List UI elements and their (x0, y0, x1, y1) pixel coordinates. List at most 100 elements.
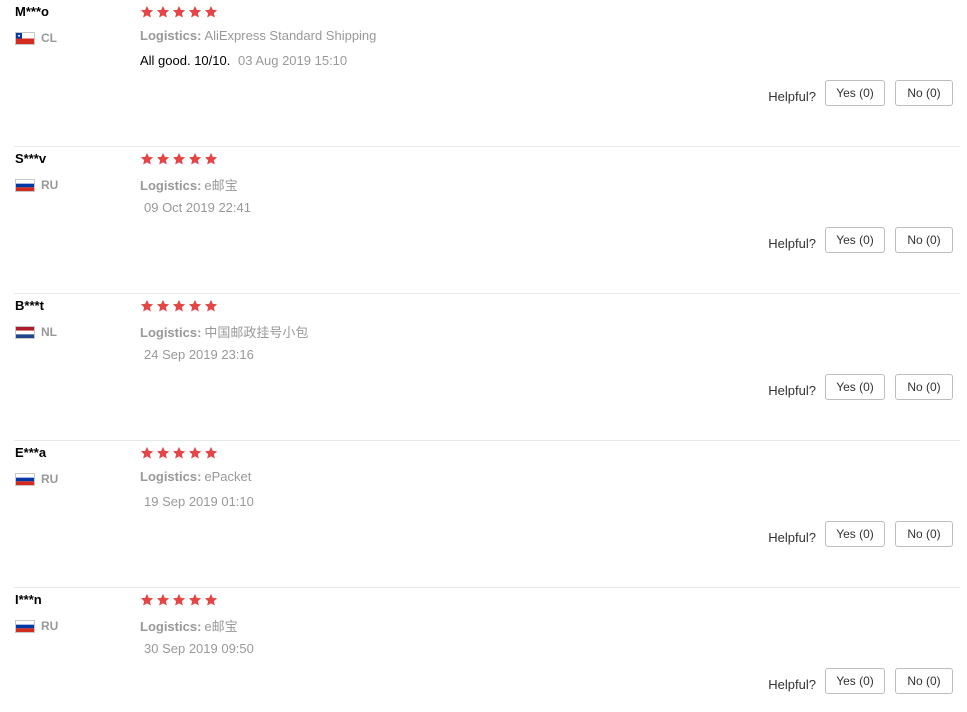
review-date: 03 Aug 2019 15:10 (237, 53, 348, 68)
star-icon (188, 593, 202, 606)
star-icon (156, 5, 170, 18)
logistics-method: e邮宝 (204, 178, 238, 193)
reviewer-name: B***t (15, 298, 44, 313)
star-icon (188, 299, 202, 312)
helpful-yes-button[interactable]: Yes (0) (825, 668, 885, 694)
netherlands-flag-icon (15, 325, 35, 339)
star-rating (140, 593, 218, 607)
star-icon (156, 446, 170, 459)
star-rating (140, 446, 218, 460)
chile-flag-icon (15, 31, 35, 45)
logistics-method: ePacket (204, 469, 252, 484)
logistics-info: Logistics: 中国邮政挂号小包 (140, 322, 308, 341)
helpful-yes-button[interactable]: Yes (0) (825, 374, 885, 400)
helpful-vote: Helpful? Yes (0) No (0) (768, 80, 953, 106)
country-code: RU (41, 619, 59, 633)
star-rating (140, 299, 218, 313)
helpful-vote: Helpful? Yes (0) No (0) (768, 521, 953, 547)
review-content: 24 Sep 2019 23:16 (140, 347, 254, 362)
logistics-info: Logistics: e邮宝 (140, 616, 238, 635)
star-icon (188, 5, 202, 18)
star-icon (140, 152, 154, 165)
star-icon (172, 299, 186, 312)
russia-flag-icon (15, 472, 35, 486)
star-icon (204, 446, 218, 459)
logistics-label: Logistics: (140, 325, 202, 340)
helpful-label: Helpful? (768, 529, 816, 545)
reviewer-country: RU (15, 177, 58, 193)
star-icon (204, 593, 218, 606)
review-content: 19 Sep 2019 01:10 (140, 494, 254, 509)
star-icon (188, 152, 202, 165)
country-code: RU (41, 178, 59, 192)
helpful-label: Helpful? (768, 382, 816, 398)
star-icon (204, 299, 218, 312)
star-rating (140, 5, 218, 19)
review-comment: All good. 10/10. (140, 53, 231, 68)
star-icon (156, 593, 170, 606)
logistics-label: Logistics: (140, 619, 202, 634)
helpful-yes-button[interactable]: Yes (0) (825, 521, 885, 547)
review-date: 19 Sep 2019 01:10 (144, 494, 254, 509)
helpful-no-button[interactable]: No (0) (895, 374, 953, 400)
helpful-vote: Helpful? Yes (0) No (0) (768, 227, 953, 253)
review-date: 30 Sep 2019 09:50 (144, 641, 254, 656)
helpful-label: Helpful? (768, 88, 816, 104)
reviewer-country: RU (15, 471, 58, 487)
helpful-label: Helpful? (768, 235, 816, 251)
reviewer-country: CL (15, 30, 57, 46)
star-icon (172, 593, 186, 606)
star-icon (172, 446, 186, 459)
reviewer-name: S***v (15, 151, 47, 166)
logistics-method: AliExpress Standard Shipping (204, 28, 377, 43)
helpful-yes-button[interactable]: Yes (0) (825, 227, 885, 253)
logistics-label: Logistics: (140, 28, 202, 43)
reviewer-name: M***o (15, 4, 49, 19)
star-icon (156, 299, 170, 312)
country-code: CL (41, 31, 57, 45)
review-item: I***n RU Logistics: e邮宝 30 Sep 2019 09:50 (0, 588, 960, 712)
helpful-label: Helpful? (768, 676, 816, 692)
logistics-info: Logistics: AliExpress Standard Shipping (140, 28, 376, 43)
helpful-vote: Helpful? Yes (0) No (0) (768, 374, 953, 400)
star-icon (204, 5, 218, 18)
star-icon (140, 5, 154, 18)
star-icon (188, 446, 202, 459)
logistics-info: Logistics: ePacket (140, 469, 251, 484)
helpful-no-button[interactable]: No (0) (895, 80, 953, 106)
country-code: RU (41, 472, 59, 486)
reviewer-country: RU (15, 618, 58, 634)
logistics-label: Logistics: (140, 178, 202, 193)
helpful-vote: Helpful? Yes (0) No (0) (768, 668, 953, 694)
logistics-info: Logistics: e邮宝 (140, 175, 238, 194)
reviewer-name: E***a (15, 445, 47, 460)
star-icon (172, 5, 186, 18)
logistics-label: Logistics: (140, 469, 202, 484)
star-icon (204, 152, 218, 165)
review-content: 09 Oct 2019 22:41 (140, 200, 251, 215)
logistics-method: 中国邮政挂号小包 (204, 325, 309, 340)
helpful-no-button[interactable]: No (0) (895, 668, 953, 694)
star-icon (156, 152, 170, 165)
russia-flag-icon (15, 178, 35, 192)
reviewer-country: NL (15, 324, 57, 340)
review-content: All good. 10/10. 03 Aug 2019 15:10 (140, 53, 347, 68)
country-code: NL (41, 325, 57, 339)
logistics-method: e邮宝 (204, 619, 238, 634)
helpful-no-button[interactable]: No (0) (895, 521, 953, 547)
helpful-yes-button[interactable]: Yes (0) (825, 80, 885, 106)
star-rating (140, 152, 218, 166)
star-icon (140, 299, 154, 312)
review-date: 09 Oct 2019 22:41 (144, 200, 251, 215)
star-icon (140, 593, 154, 606)
russia-flag-icon (15, 619, 35, 633)
star-icon (172, 152, 186, 165)
reviewer-name: I***n (15, 592, 42, 607)
review-item: B***t NL Logistics:中国邮政挂号小包 24 Sep 2019 (0, 294, 960, 441)
review-date: 24 Sep 2019 23:16 (144, 347, 254, 362)
helpful-no-button[interactable]: No (0) (895, 227, 953, 253)
review-content: 30 Sep 2019 09:50 (140, 641, 254, 656)
review-item: M***o CL Logistics: AliExpress Standard S… (0, 0, 960, 147)
star-icon (140, 446, 154, 459)
review-item: S***v RU Logistics: e邮宝 09 Oct 2019 22:41 (0, 147, 960, 294)
